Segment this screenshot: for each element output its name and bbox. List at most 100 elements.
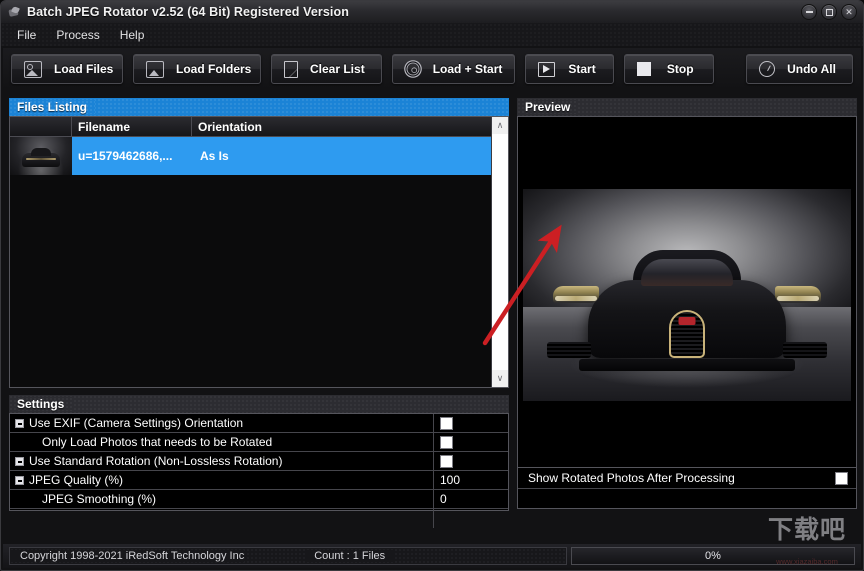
load-folders-label: Load Folders <box>176 62 252 76</box>
file-count-text: Count : 1 Files <box>306 550 394 562</box>
photo-icon <box>24 60 42 78</box>
clear-list-label: Clear List <box>310 62 365 76</box>
stop-icon <box>637 62 652 76</box>
stop-label: Stop <box>666 62 694 76</box>
setting-value-jpeg-smoothing[interactable]: 0 <box>434 490 508 508</box>
stop-button[interactable]: Stop <box>624 54 715 84</box>
setting-label-cell: Only Load Photos that needs to be Rotate… <box>10 433 434 451</box>
clear-list-button[interactable]: Clear List <box>271 54 382 84</box>
setting-label-cell: JPEG Quality (%) <box>10 471 434 489</box>
settings-empty-value <box>434 509 508 528</box>
files-listing-title: Files Listing <box>17 100 96 114</box>
preview-title: Preview <box>525 100 579 114</box>
status-bar: Copyright 1998-2021 iRedSoft Technology … <box>3 544 861 568</box>
menu-item-process[interactable]: Process <box>48 26 107 44</box>
load-folders-button[interactable]: Load Folders <box>133 54 261 84</box>
setting-value-cell[interactable] <box>434 452 508 470</box>
scrollbar-track[interactable] <box>492 134 508 370</box>
setting-label-only-load-rotated: Only Load Photos that needs to be Rotate… <box>42 435 273 449</box>
load-and-start-label: Load + Start <box>432 62 503 76</box>
window-controls: ✕ <box>801 4 857 20</box>
setting-label-jpeg-quality: JPEG Quality (%) <box>29 473 124 487</box>
page-icon <box>284 60 298 78</box>
app-icon <box>8 5 21 19</box>
files-grid-body: Filename Orientation u=1579462686,... As… <box>10 117 491 387</box>
expander-icon[interactable] <box>15 418 24 428</box>
copyright-text: Copyright 1998-2021 iRedSoft Technology … <box>10 550 245 562</box>
menu-item-help[interactable]: Help <box>112 26 153 44</box>
checkbox-only-load-rotated[interactable] <box>440 435 453 449</box>
toolbar: Load Files Load Folders Clear List Load … <box>3 48 861 90</box>
files-scrollbar[interactable]: ∧ ∨ <box>491 117 508 387</box>
load-files-button[interactable]: Load Files <box>11 54 123 84</box>
setting-label-use-exif: Use EXIF (Camera Settings) Orientation <box>29 416 244 430</box>
checkbox-use-exif[interactable] <box>440 416 453 430</box>
preview-header: Preview <box>517 98 857 116</box>
load-files-label: Load Files <box>54 62 114 76</box>
close-button[interactable]: ✕ <box>841 4 857 20</box>
table-row[interactable]: u=1579462686,... As Is <box>10 137 491 175</box>
watermark-text: 下载吧 <box>767 515 846 544</box>
maximize-button[interactable] <box>821 4 837 20</box>
column-header-orientation[interactable]: Orientation <box>192 117 491 136</box>
gear-icon <box>406 62 420 76</box>
show-rotated-row[interactable]: Show Rotated Photos After Processing <box>518 468 856 489</box>
setting-row-jpeg-smoothing[interactable]: JPEG Smoothing (%) 0 <box>10 490 508 509</box>
row-filename: u=1579462686,... <box>78 149 173 163</box>
show-rotated-value-cell[interactable] <box>826 471 856 485</box>
load-and-start-button[interactable]: Load + Start <box>391 54 515 84</box>
setting-row-use-exif[interactable]: Use EXIF (Camera Settings) Orientation <box>10 414 508 433</box>
row-orientation: As Is <box>200 149 229 163</box>
show-rotated-label: Show Rotated Photos After Processing <box>528 471 735 485</box>
row-thumbnail <box>10 137 72 175</box>
settings-header: Settings <box>9 395 509 413</box>
start-label: Start <box>568 62 596 76</box>
show-rotated-panel: Show Rotated Photos After Processing <box>517 467 857 509</box>
start-button[interactable]: Start <box>524 54 615 84</box>
setting-value-cell[interactable] <box>434 414 508 432</box>
files-listing-panel: Files Listing Filename Orientation u=157… <box>9 98 509 388</box>
setting-label-jpeg-smoothing: JPEG Smoothing (%) <box>42 492 157 506</box>
undo-all-label: Undo All <box>787 62 836 76</box>
undo-icon <box>759 61 776 77</box>
files-grid: Filename Orientation u=1579462686,... As… <box>9 116 509 388</box>
play-icon <box>537 61 555 77</box>
setting-value-cell[interactable] <box>434 433 508 451</box>
setting-label-cell: Use Standard Rotation (Non-Lossless Rota… <box>10 452 434 470</box>
black-sports-car-photo <box>523 188 851 401</box>
menu-item-file[interactable]: File <box>9 26 44 44</box>
application-window: Batch JPEG Rotator v2.52 (64 Bit) Regist… <box>0 0 864 571</box>
setting-row-only-load-rotated[interactable]: Only Load Photos that needs to be Rotate… <box>10 433 508 452</box>
checkbox-standard-rotation[interactable] <box>440 454 453 468</box>
checkbox-show-rotated[interactable] <box>834 471 848 485</box>
minimize-button[interactable] <box>801 4 817 20</box>
column-header-filename[interactable]: Filename <box>72 117 192 136</box>
column-header-thumbnail[interactable] <box>10 117 72 136</box>
status-info: Copyright 1998-2021 iRedSoft Technology … <box>9 547 567 565</box>
window-title: Batch JPEG Rotator v2.52 (64 Bit) Regist… <box>27 5 349 19</box>
menu-bar: File Process Help <box>1 23 863 46</box>
setting-row-jpeg-quality[interactable]: JPEG Quality (%) 100 <box>10 471 508 490</box>
photos-icon <box>144 60 164 79</box>
files-grid-header-row: Filename Orientation <box>10 117 491 137</box>
progress-text: 0% <box>705 550 721 562</box>
show-rotated-empty-row <box>518 489 856 510</box>
settings-empty-label <box>10 509 434 528</box>
settings-grid: Use EXIF (Camera Settings) Orientation O… <box>9 413 509 528</box>
setting-value-jpeg-quality[interactable]: 100 <box>434 471 508 489</box>
scroll-up-icon[interactable]: ∧ <box>492 117 508 134</box>
preview-panel: Preview <box>517 98 857 473</box>
files-listing-header: Files Listing <box>9 98 509 116</box>
settings-empty-row <box>10 509 508 528</box>
setting-label-cell: JPEG Smoothing (%) <box>10 490 434 508</box>
settings-title: Settings <box>17 397 73 411</box>
scroll-down-icon[interactable]: ∨ <box>492 370 508 387</box>
progress-bar: 0% <box>571 547 855 565</box>
preview-image-area[interactable] <box>517 116 857 473</box>
expander-icon[interactable] <box>15 456 24 466</box>
undo-all-button[interactable]: Undo All <box>746 54 853 84</box>
setting-label-cell: Use EXIF (Camera Settings) Orientation <box>10 414 434 432</box>
expander-icon[interactable] <box>15 475 24 485</box>
setting-row-standard-rotation[interactable]: Use Standard Rotation (Non-Lossless Rota… <box>10 452 508 471</box>
title-bar: Batch JPEG Rotator v2.52 (64 Bit) Regist… <box>1 1 863 23</box>
